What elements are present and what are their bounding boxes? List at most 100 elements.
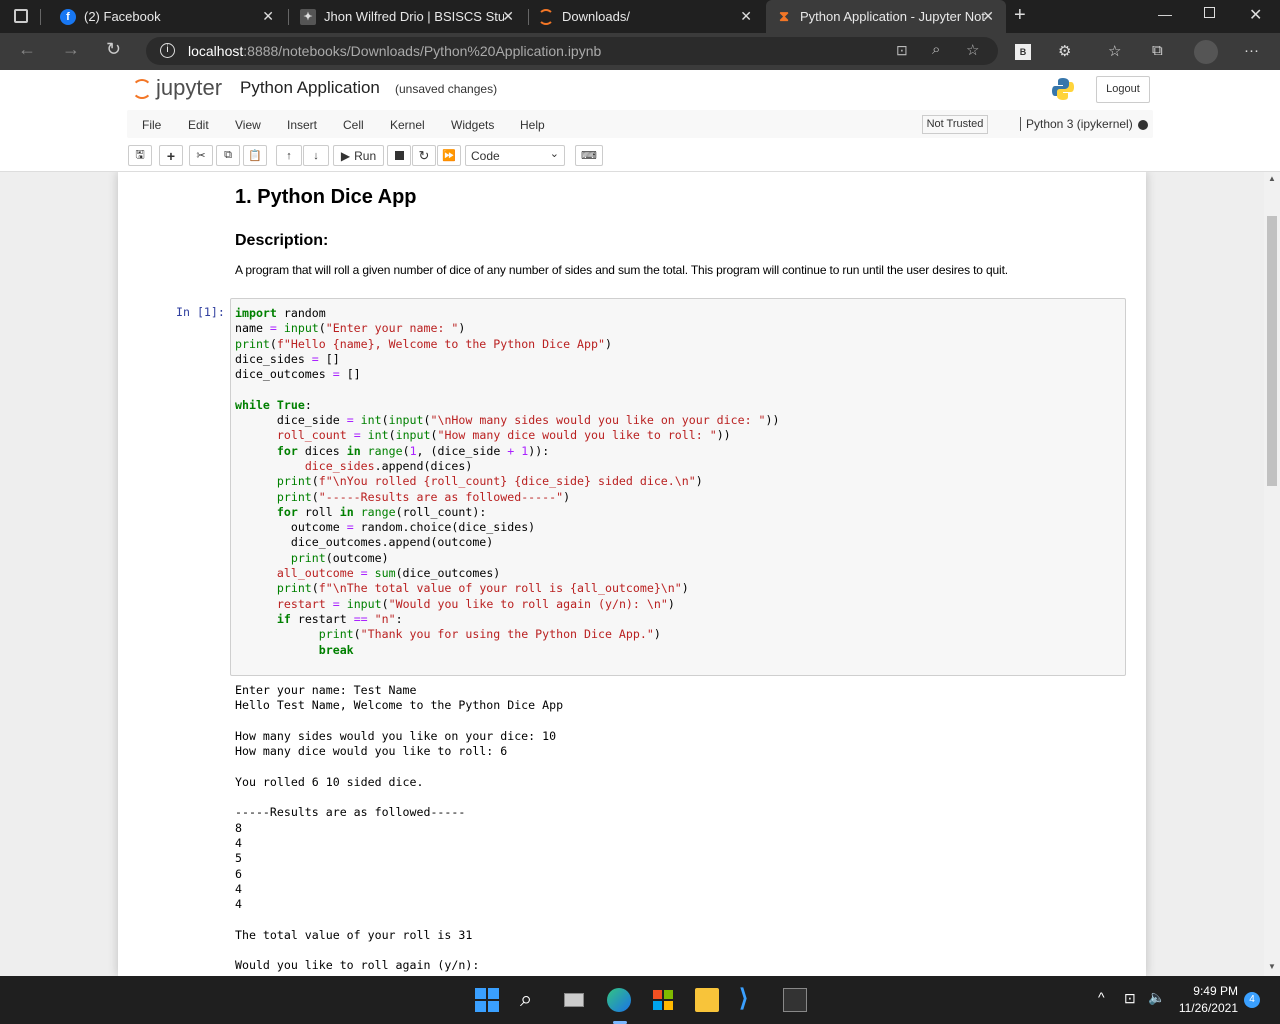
python-logo-icon [1051,77,1075,101]
clock-date[interactable]: 11/26/2021 [1172,1001,1238,1015]
tab-label: Jhon Wilfred Drio | BSISCS Stude [324,9,504,24]
task-view-icon[interactable] [564,988,588,1012]
close-tab-icon[interactable]: ✕ [502,8,514,25]
forward-button[interactable]: → [62,39,80,60]
run-button[interactable]: ▶ Run [333,145,384,166]
copy-icon[interactable]: ⧉ [216,145,240,166]
notebook-title: 1. Python Dice App [235,186,417,208]
collections-icon[interactable]: ⧉ [1152,42,1163,59]
address-bar-area: ← → ↻ i localhost:8888/notebooks/Downloa… [0,33,1280,70]
zoom-icon[interactable]: ⌕ [932,41,940,58]
notebook-name[interactable]: Python Application [240,78,380,98]
url-field[interactable]: i localhost:8888/notebooks/Downloads/Pyt… [146,37,998,65]
profile-icon: ✦ [300,8,316,25]
search-icon[interactable]: ⌕ [520,988,544,1012]
logout-button[interactable]: Logout [1096,76,1150,103]
insert-cell-button[interactable]: + [159,145,183,166]
tab-label: Downloads/ [562,9,630,24]
restart-icon[interactable]: ↻ [412,145,436,166]
terminal-icon[interactable] [783,988,807,1012]
close-tab-icon[interactable]: ✕ [262,8,274,25]
chevron-down-icon: ⌄ [549,148,559,160]
browser-tab-strip: f (2) Facebook ✕ ✦ Jhon Wilfred Drio | B… [0,0,1280,33]
code-cell-input[interactable]: import random name = input("Enter your n… [230,298,1126,676]
info-icon: i [160,43,175,58]
extensions-icon[interactable]: ⚙ [1058,42,1071,60]
description-text: A program that will roll a given number … [235,263,1008,277]
restore-button[interactable] [1204,7,1215,18]
description-heading: Description: [235,232,329,249]
volume-icon[interactable]: 🔈 [1148,989,1165,1006]
notebook-area: 1. Python Dice App Description: A progra… [0,172,1264,976]
close-tab-icon[interactable]: ✕ [982,8,994,25]
menu-widgets[interactable]: Widgets [451,118,494,132]
save-status: (unsaved changes) [395,82,498,96]
edge-icon[interactable] [607,988,631,1012]
save-icon[interactable]: 🖫 [128,145,152,166]
move-down-icon[interactable]: ↓ [303,145,329,166]
hourglass-icon: ⧗ [779,8,789,24]
command-palette-icon[interactable]: ⌨ [575,145,603,166]
scrollbar[interactable]: ▲ ▼ [1264,172,1280,976]
avatar[interactable] [1194,40,1218,64]
notebook-toolbar: 🖫 + ✂ ⧉ 📋 ↑ ↓ ▶ Run ↻ ⏩ Code ⌄ ⌨ [0,140,1280,172]
cell-type-select[interactable]: Code ⌄ [465,145,565,166]
notebook-page: 1. Python Dice App Description: A progra… [118,172,1146,976]
paste-icon[interactable]: 📋 [243,145,267,166]
not-trusted-indicator[interactable]: Not Trusted [922,115,988,134]
minimize-button[interactable]: — [1158,6,1172,22]
read-aloud-icon[interactable]: ⊡ [896,42,908,59]
file-explorer-icon[interactable] [695,988,719,1012]
menu-insert[interactable]: Insert [287,118,317,132]
tab-downloads[interactable]: Downloads/ ✕ [528,0,764,33]
facebook-icon: f [60,8,76,25]
menu-kernel[interactable]: Kernel [390,118,425,132]
interrupt-icon[interactable] [387,145,411,166]
vscode-icon[interactable]: ⟩ [739,987,763,1012]
scroll-up-icon[interactable]: ▲ [1268,174,1276,183]
kernel-name[interactable]: Python 3 (ipykernel) [1020,117,1133,131]
url-host: localhost [188,43,244,59]
run-label: Run [354,148,377,163]
tray-chevron-icon[interactable]: ^ [1098,989,1105,1005]
store-icon[interactable] [651,988,675,1012]
network-icon[interactable]: ⊡ [1124,990,1136,1007]
restart-run-all-icon[interactable]: ⏩ [437,145,461,166]
tab-python-application[interactable]: ⧗ Python Application - Jupyter Not ✕ [766,0,1006,33]
tab-profile[interactable]: ✦ Jhon Wilfred Drio | BSISCS Stude ✕ [290,0,526,33]
tab-facebook[interactable]: f (2) Facebook ✕ [50,0,286,33]
menubar: File Edit View Insert Cell Kernel Widget… [0,110,1280,140]
cell-prompt: In [1]: [176,305,225,319]
move-up-icon[interactable]: ↑ [276,145,302,166]
scrollbar-thumb[interactable] [1267,216,1277,486]
notification-badge[interactable]: 4 [1244,992,1260,1008]
menu-file[interactable]: File [142,118,161,132]
scroll-down-icon[interactable]: ▼ [1268,962,1276,971]
profile-badge[interactable]: B [1015,44,1031,60]
jupyter-icon [538,8,554,25]
close-tab-icon[interactable]: ✕ [740,8,752,25]
favorite-add-icon[interactable]: ☆ [966,41,979,59]
tab-label: Python Application - Jupyter Not [800,9,985,24]
menu-edit[interactable]: Edit [188,118,209,132]
windows-start-icon[interactable] [475,988,499,1012]
menu-cell[interactable]: Cell [343,118,364,132]
kernel-busy-indicator [1138,120,1148,130]
cell-output: Enter your name: Test Name Hello Test Na… [235,683,564,973]
clock-time[interactable]: 9:49 PM [1180,984,1238,998]
new-tab-button[interactable]: + [1014,4,1026,27]
more-icon[interactable]: ··· [1244,42,1259,59]
jupyter-logo-icon[interactable] [132,79,152,99]
tab-label: (2) Facebook [84,9,161,24]
menu-help[interactable]: Help [520,118,545,132]
jupyter-logo-text[interactable]: jupyter [156,75,222,101]
back-button[interactable]: ← [18,39,36,60]
code-text: import random name = input("Enter your n… [235,306,780,657]
close-window-button[interactable]: ✕ [1249,5,1262,25]
jupyter-header: jupyter Python Application (unsaved chan… [0,70,1280,110]
refresh-button[interactable]: ↻ [106,39,121,60]
menu-view[interactable]: View [235,118,261,132]
tab-actions-icon[interactable] [14,9,28,23]
favorites-icon[interactable]: ☆ [1108,42,1121,60]
cut-icon[interactable]: ✂ [189,145,213,166]
